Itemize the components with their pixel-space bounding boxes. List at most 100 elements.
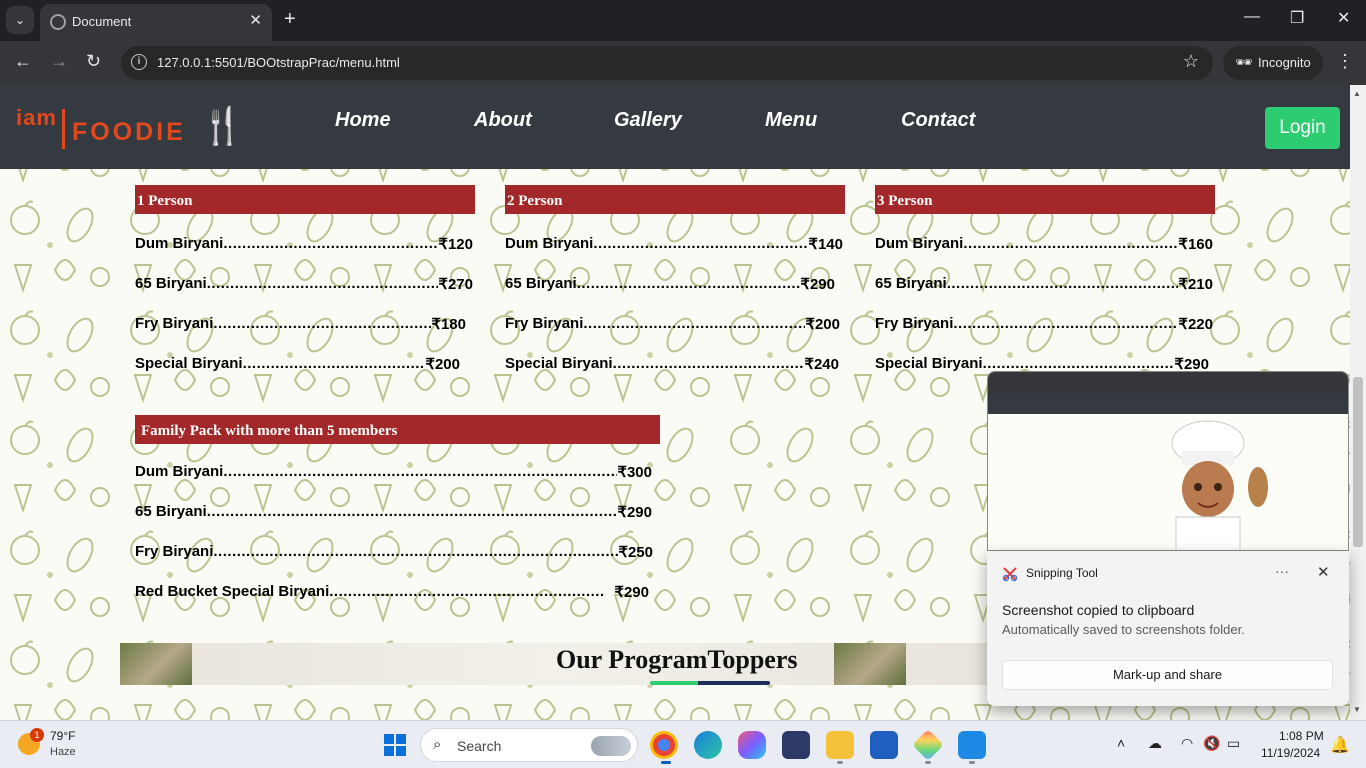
back-arrow-icon[interactable]: ← xyxy=(14,51,32,72)
scroll-thumb[interactable] xyxy=(1353,377,1363,547)
terminal-app-icon[interactable] xyxy=(782,731,810,759)
menu-item-name: 65 Biryani xyxy=(135,503,207,520)
menu-item-name: Fry Biryani xyxy=(505,315,584,332)
kebab-menu-icon[interactable]: ⋮ xyxy=(1336,51,1354,72)
banner-leaf-decoration xyxy=(834,643,906,685)
page-scrollbar[interactable]: ▲ ▼ xyxy=(1350,85,1366,720)
clock-time[interactable]: 1:08 PM xyxy=(1279,729,1324,743)
search-icon: ⌕ xyxy=(433,736,442,753)
menu-item: Fry Biryani ₹220.........................… xyxy=(875,315,1213,333)
menu-item: Dum Biryani ₹160.........................… xyxy=(875,235,1213,253)
menu-item: 65 Biryani ₹290..........................… xyxy=(135,503,652,521)
copilot-icon[interactable] xyxy=(738,731,766,759)
menu-item: Fry Biryani ₹180.........................… xyxy=(135,315,466,333)
menu-item-price: ₹180 xyxy=(431,316,466,333)
notification-subtitle: Automatically saved to screenshots folde… xyxy=(1002,622,1245,637)
wifi-icon[interactable]: ◠ xyxy=(1181,735,1193,752)
microsoft-store-icon[interactable] xyxy=(870,731,898,759)
nav-link-home[interactable]: Home xyxy=(335,109,391,132)
star-icon[interactable]: ☆ xyxy=(1183,51,1199,72)
reload-icon[interactable]: ↻ xyxy=(86,51,101,72)
browser-tab-strip: ⌄ Document ✕ + — ❐ ✕ xyxy=(0,0,1366,41)
new-tab-button[interactable]: + xyxy=(284,8,296,31)
app-icon[interactable] xyxy=(912,729,944,761)
mark-up-and-share-button[interactable]: Mark-up and share xyxy=(1002,660,1333,690)
menu-item-name: Special Biryani xyxy=(505,355,613,372)
notification-title: Screenshot copied to clipboard xyxy=(1002,602,1195,618)
menu-item-name: Dum Biryani xyxy=(505,235,594,252)
chrome-icon[interactable] xyxy=(650,731,678,759)
weather-temperature[interactable]: 79°F xyxy=(50,729,75,743)
snipping-tool-notification: Snipping Tool ··· ✕ Screenshot copied to… xyxy=(987,551,1349,706)
login-button[interactable]: Login xyxy=(1265,107,1340,149)
nav-link-about[interactable]: About xyxy=(474,109,532,132)
edge-icon[interactable] xyxy=(694,731,722,759)
nav-link-menu[interactable]: Menu xyxy=(765,109,817,132)
screenshot-preview-thumbnail[interactable] xyxy=(987,371,1349,551)
menu-item-name: Dum Biryani xyxy=(135,235,224,252)
chevron-up-icon[interactable]: ˄ xyxy=(1117,735,1125,751)
nav-link-contact[interactable]: Contact xyxy=(901,109,975,132)
scroll-down-icon[interactable]: ▼ xyxy=(1353,705,1361,714)
menu-item: Dum Biryani ₹140.........................… xyxy=(505,235,843,253)
clock-date[interactable]: 11/19/2024 xyxy=(1261,746,1320,760)
menu-item-name: Dum Biryani xyxy=(135,463,224,480)
fork-knife-icon: 🍴 xyxy=(200,105,245,146)
minimize-icon[interactable]: — xyxy=(1244,8,1260,26)
menu-item: Special Biryani ₹240.....................… xyxy=(505,355,839,373)
search-highlight-art xyxy=(591,736,631,756)
menu-item-dots: ........................................… xyxy=(612,355,805,372)
url-text[interactable]: 127.0.0.1:5501/BOOtstrapPrac/menu.html xyxy=(157,55,400,70)
scroll-up-icon[interactable]: ▲ xyxy=(1353,89,1361,98)
menu-item: Red Bucket Special Biryani ₹290..........… xyxy=(135,583,649,601)
nav-link-gallery[interactable]: Gallery xyxy=(614,109,682,132)
file-explorer-icon[interactable] xyxy=(826,731,854,759)
close-icon[interactable]: ✕ xyxy=(1317,563,1330,581)
tab-title: Document xyxy=(72,14,132,29)
address-bar[interactable]: i 127.0.0.1:5501/BOOtstrapPrac/menu.html… xyxy=(121,46,1213,80)
menu-item-dots: ........................................… xyxy=(206,503,618,520)
menu-item: Fry Biryani ₹250.........................… xyxy=(135,543,653,561)
menu-item-price: ₹160 xyxy=(1178,236,1213,253)
menu-item: Fry Biryani ₹200.........................… xyxy=(505,315,840,333)
browser-tab[interactable]: Document ✕ xyxy=(40,4,272,41)
weather-condition[interactable]: Haze xyxy=(50,746,76,758)
battery-icon[interactable]: ▭ xyxy=(1227,735,1240,752)
logo-divider xyxy=(62,109,65,149)
menu-item-price: ₹120 xyxy=(438,236,473,253)
menu-item-price: ₹290 xyxy=(614,584,649,601)
volume-muted-icon[interactable]: 🔇 xyxy=(1203,735,1220,752)
close-window-icon[interactable]: ✕ xyxy=(1337,8,1350,28)
vscode-icon[interactable] xyxy=(958,731,986,759)
menu-item-dots: ........................................… xyxy=(206,275,439,292)
tab-search-button[interactable]: ⌄ xyxy=(6,6,34,34)
cloud-icon[interactable]: ☁ xyxy=(1148,735,1162,752)
menu-item: 65 Biryani ₹210..........................… xyxy=(875,275,1213,293)
forward-arrow-icon[interactable]: → xyxy=(50,51,68,72)
close-icon[interactable]: ✕ xyxy=(249,11,262,29)
active-app-indicator xyxy=(661,761,671,764)
taskbar-search[interactable]: ⌕ Search xyxy=(420,728,638,762)
restore-icon[interactable]: ❐ xyxy=(1290,8,1304,28)
incognito-badge[interactable]: 🕶 Incognito xyxy=(1223,46,1323,80)
windows-start-icon[interactable] xyxy=(384,734,406,756)
menu-item-price: ₹140 xyxy=(808,236,843,253)
menu-item: 65 Biryani ₹270..........................… xyxy=(135,275,473,293)
menu-item-price: ₹210 xyxy=(1178,276,1213,293)
running-app-indicator xyxy=(837,761,843,764)
menu-item-name: Fry Biryani xyxy=(135,543,214,560)
menu-item-dots: ........................................… xyxy=(593,235,809,252)
menu-item-price: ₹220 xyxy=(1178,316,1213,333)
menu-item-dots: ........................................… xyxy=(963,235,1179,252)
menu-item-dots: ........................................… xyxy=(223,463,618,480)
menu-item: Dum Biryani ₹120.........................… xyxy=(135,235,473,253)
more-options-icon[interactable]: ··· xyxy=(1275,563,1289,579)
info-icon[interactable]: i xyxy=(131,54,147,70)
menu-item-dots: ........................................… xyxy=(242,355,426,372)
menu-item: Special Biryani ₹200.....................… xyxy=(135,355,460,373)
notification-bell-icon[interactable]: 🔔 xyxy=(1330,735,1350,755)
menu-item-price: ₹290 xyxy=(617,504,652,521)
menu-item-dots: ........................................… xyxy=(576,275,801,292)
menu-item-name: 65 Biryani xyxy=(875,275,947,292)
menu-item-dots: ........................................… xyxy=(583,315,805,332)
